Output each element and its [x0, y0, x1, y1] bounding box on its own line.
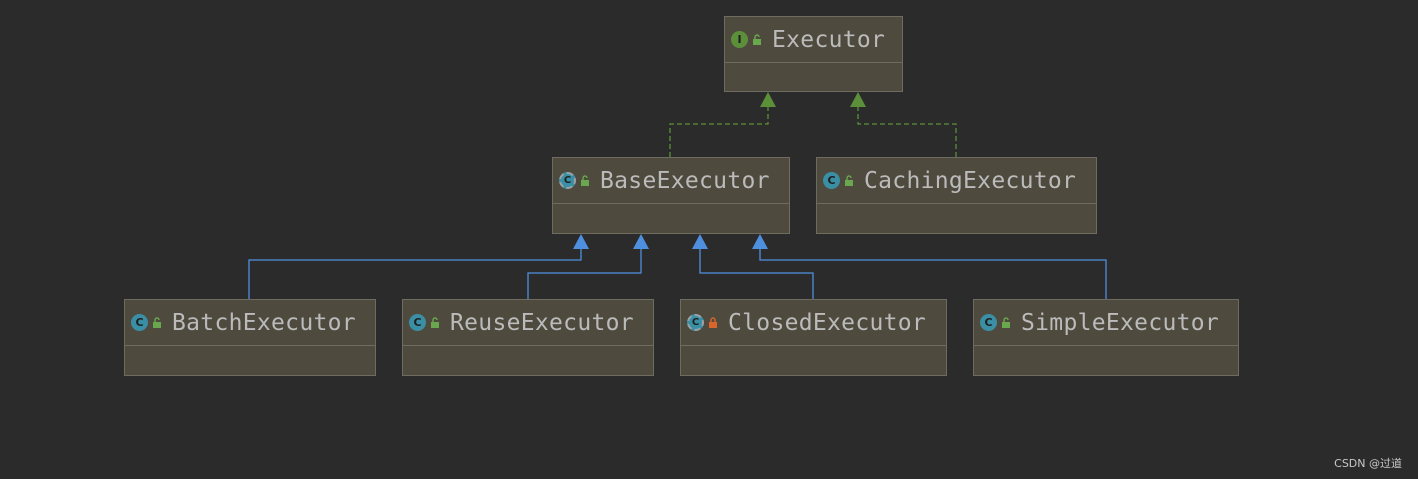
class-icon: C: [823, 172, 840, 189]
extends-arrowhead: [752, 234, 768, 249]
implements-arrowhead: [760, 92, 776, 107]
implements-arrowhead: [850, 92, 866, 107]
node-header: C ReuseExecutor: [403, 300, 653, 346]
node-header: C BaseExecutor: [553, 158, 789, 204]
node-batch-executor[interactable]: C BatchExecutor: [124, 299, 376, 376]
node-label: ReuseExecutor: [450, 309, 634, 336]
inheritance-edges: [248, 92, 1107, 299]
watermark: CSDN @过道: [1334, 457, 1402, 470]
lock-icon: [708, 316, 718, 329]
extends-arrowhead: [573, 234, 589, 249]
implements-edges: [669, 106, 957, 157]
unlock-icon: [1001, 316, 1011, 329]
node-closed-executor[interactable]: C ClosedExecutor: [680, 299, 947, 376]
node-label: Executor: [772, 26, 886, 53]
node-simple-executor[interactable]: C SimpleExecutor: [973, 299, 1239, 376]
node-label: BatchExecutor: [172, 309, 356, 336]
node-header: C SimpleExecutor: [974, 300, 1238, 346]
class-icon: C: [131, 314, 148, 331]
node-header: C ClosedExecutor: [681, 300, 946, 346]
extends-arrowheads: [573, 234, 768, 249]
node-label: CachingExecutor: [864, 167, 1077, 194]
unlock-icon: [580, 174, 590, 187]
abstract-class-icon: C: [559, 172, 576, 189]
node-header: C CachingExecutor: [817, 158, 1096, 204]
node-label: ClosedExecutor: [728, 309, 927, 336]
extends-arrowhead: [692, 234, 708, 249]
implements-arrowheads: [760, 92, 866, 107]
unlock-icon: [430, 316, 440, 329]
class-icon: C: [687, 314, 704, 331]
edge-base-to-executor: [669, 106, 769, 157]
unlock-icon: [752, 33, 762, 46]
node-label: BaseExecutor: [600, 167, 770, 194]
edge-caching-to-executor: [857, 106, 957, 157]
node-reuse-executor[interactable]: C ReuseExecutor: [402, 299, 654, 376]
edge-reuse-to-base: [527, 248, 642, 299]
node-base-executor[interactable]: C BaseExecutor: [552, 157, 790, 234]
extends-edges: [248, 248, 1107, 299]
node-executor[interactable]: I Executor: [724, 16, 903, 92]
node-header: I Executor: [725, 17, 902, 63]
interface-icon: I: [731, 31, 748, 48]
edge-closed-to-base: [699, 248, 814, 299]
node-header: C BatchExecutor: [125, 300, 375, 346]
extends-arrowhead: [633, 234, 649, 249]
unlock-icon: [152, 316, 162, 329]
class-icon: C: [409, 314, 426, 331]
unlock-icon: [844, 174, 854, 187]
node-label: SimpleExecutor: [1021, 309, 1220, 336]
node-caching-executor[interactable]: C CachingExecutor: [816, 157, 1097, 234]
class-icon: C: [980, 314, 997, 331]
